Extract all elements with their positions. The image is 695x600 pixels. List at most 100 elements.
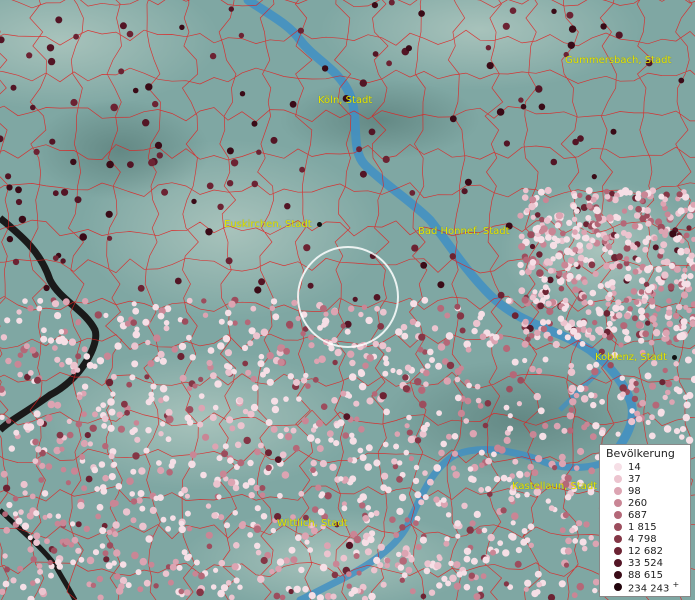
map-view[interactable]: Gummersbach, Stadt Köln, Stadt Euskirche… (0, 0, 695, 600)
population-point (0, 470, 8, 478)
population-point (333, 440, 340, 447)
place-wittlich[interactable]: Wittlich, Stadt (277, 518, 348, 529)
population-point (186, 406, 194, 414)
population-point (153, 334, 161, 342)
population-point (359, 502, 366, 509)
population-point (112, 521, 120, 529)
population-point (541, 276, 548, 283)
population-point (503, 436, 511, 444)
population-point (277, 492, 283, 499)
population-point (383, 408, 390, 416)
place-kastellaun[interactable]: Kastellaun, Stadt (512, 481, 597, 492)
population-point (642, 330, 650, 338)
population-point (521, 296, 529, 304)
population-point (250, 305, 257, 312)
population-point (507, 425, 514, 432)
population-point (202, 433, 210, 441)
population-point (365, 505, 372, 511)
population-point (78, 556, 85, 563)
place-bad-honnef[interactable]: Bad Honnef, Stadt (418, 226, 510, 237)
population-point (632, 244, 638, 251)
population-point (664, 211, 671, 218)
place-gummersbach[interactable]: Gummersbach, Stadt (565, 55, 671, 66)
population-point (319, 460, 327, 468)
population-point (124, 320, 131, 327)
population-point (259, 492, 266, 498)
population-point (117, 315, 124, 323)
population-point (330, 308, 339, 316)
population-point (382, 155, 390, 163)
population-point (279, 451, 287, 459)
population-point (635, 256, 642, 263)
place-koblenz[interactable]: Koblenz, Stadt (595, 352, 678, 363)
population-point (400, 323, 408, 331)
population-point (443, 540, 450, 547)
population-point (406, 429, 413, 436)
population-point (135, 569, 142, 576)
population-point (166, 415, 174, 424)
population-point (418, 10, 425, 17)
population-point (229, 425, 236, 432)
population-point (641, 191, 649, 199)
population-point (296, 396, 302, 402)
population-point (322, 317, 330, 325)
population-point (645, 419, 651, 425)
population-point (41, 327, 47, 334)
population-point (589, 433, 597, 441)
population-point (540, 325, 548, 333)
population-point (2, 511, 8, 517)
population-point (524, 579, 532, 587)
population-point (437, 281, 445, 289)
population-point (348, 305, 355, 312)
population-point (585, 309, 592, 315)
population-point (615, 299, 622, 306)
population-point (630, 288, 638, 295)
population-point (260, 328, 269, 337)
population-point (108, 473, 116, 481)
population-point (648, 284, 655, 291)
population-point (424, 363, 431, 369)
population-point (228, 300, 236, 308)
population-point (222, 335, 231, 343)
population-point (572, 538, 579, 544)
population-point (683, 394, 689, 401)
place-koeln[interactable]: Köln, Stadt (318, 95, 372, 106)
place-euskirchen[interactable]: Euskirchen, Stadt (224, 219, 322, 230)
population-point (209, 52, 217, 60)
population-point (265, 419, 273, 426)
population-point (100, 402, 107, 408)
population-point (5, 418, 12, 424)
population-point (217, 342, 225, 350)
population-point (467, 466, 474, 472)
population-point (401, 572, 408, 579)
population-point (423, 369, 430, 377)
population-point (454, 520, 461, 527)
population-point (287, 373, 294, 380)
population-point (478, 449, 485, 456)
population-point (523, 586, 529, 592)
population-point (559, 527, 566, 534)
population-point (509, 371, 517, 379)
population-point (328, 437, 334, 443)
population-point (237, 422, 245, 430)
population-point (398, 493, 407, 502)
population-point (536, 367, 543, 375)
population-point (347, 350, 355, 358)
population-point (399, 577, 405, 583)
population-point (605, 301, 611, 307)
population-point (645, 220, 652, 227)
population-point (573, 332, 582, 340)
population-point (206, 543, 213, 550)
population-point (216, 455, 223, 462)
population-point (437, 343, 446, 351)
population-point (179, 24, 185, 30)
population-point (534, 589, 541, 595)
population-point (565, 494, 572, 501)
population-point (602, 235, 609, 242)
population-point (205, 531, 213, 539)
population-point (561, 427, 568, 434)
population-point (364, 548, 372, 556)
population-point (552, 465, 558, 471)
population-point (158, 431, 164, 437)
population-point (201, 298, 207, 304)
